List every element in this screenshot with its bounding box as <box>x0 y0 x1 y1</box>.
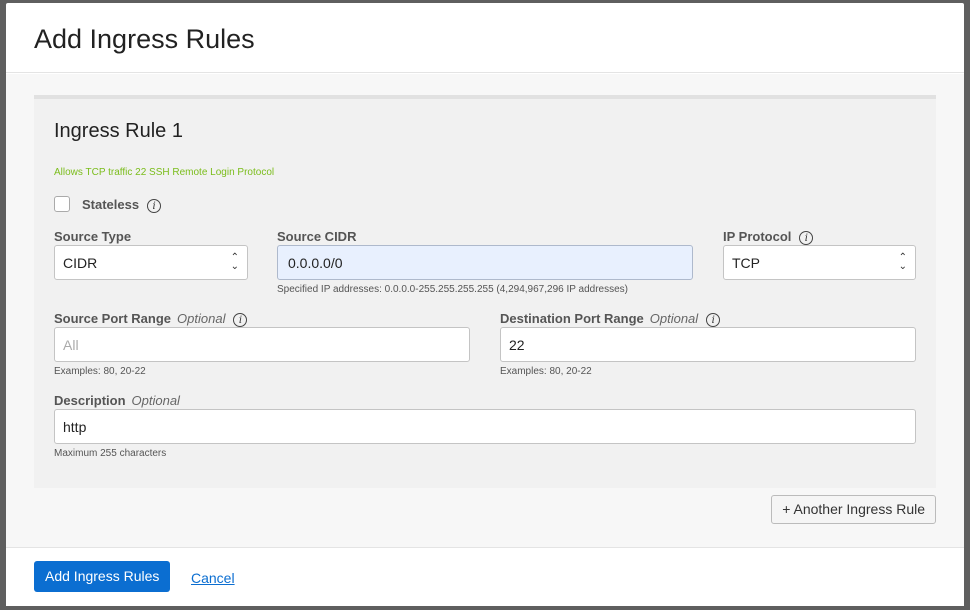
another-ingress-rule-button[interactable]: + Another Ingress Rule <box>771 495 936 524</box>
source-type-value: CIDR <box>63 255 98 271</box>
ip-protocol-label: IP Protocol i <box>723 229 814 245</box>
ip-protocol-select[interactable]: TCP ⌃ ⌄ <box>723 245 916 280</box>
dest-port-label: Destination Port Range Optional i <box>500 311 721 327</box>
source-port-text: Source Port Range <box>54 311 172 326</box>
updown-chevron-icon: ⌃ ⌄ <box>230 252 239 272</box>
updown-chevron-icon: ⌃ ⌄ <box>898 252 907 272</box>
description-text: Description <box>54 393 126 408</box>
optional-text: Optional <box>177 311 226 326</box>
cancel-link[interactable]: Cancel <box>191 570 235 586</box>
dialog-header: Add Ingress Rules <box>6 3 964 73</box>
dest-port-input[interactable]: 22 <box>500 327 916 362</box>
ip-protocol-value: TCP <box>732 255 760 271</box>
dialog-footer: Add Ingress Rules Cancel <box>6 549 964 606</box>
source-port-label: Source Port Range Optional i <box>54 311 248 327</box>
info-icon[interactable]: i <box>706 312 721 327</box>
dialog-body: Ingress Rule 1 Allows TCP traffic 22 SSH… <box>6 74 964 548</box>
description-label: Description Optional <box>54 393 180 408</box>
stateless-text: Stateless <box>82 197 140 212</box>
description-help: Maximum 255 characters <box>54 448 167 459</box>
source-port-input[interactable]: All <box>54 327 470 362</box>
source-type-label: Source Type <box>54 229 132 244</box>
add-ingress-rules-dialog: Add Ingress Rules Ingress Rule 1 Allows … <box>6 3 964 606</box>
dest-port-text: Destination Port Range <box>500 311 644 326</box>
dialog-title: Add Ingress Rules <box>34 24 255 54</box>
source-cidr-help: Specified IP addresses: 0.0.0.0-255.255.… <box>277 284 628 295</box>
ip-protocol-text: IP Protocol <box>723 229 792 244</box>
stateless-checkbox[interactable] <box>54 196 70 212</box>
info-icon[interactable]: i <box>147 198 162 213</box>
optional-text: Optional <box>131 393 180 408</box>
optional-text: Optional <box>649 311 699 326</box>
add-ingress-rules-button[interactable]: Add Ingress Rules <box>34 561 171 592</box>
description-input[interactable]: http <box>54 409 916 444</box>
stateless-label: Stateless i <box>82 197 162 213</box>
source-type-select[interactable]: CIDR ⌃ ⌄ <box>54 245 248 280</box>
source-cidr-label: Source CIDR <box>277 229 357 244</box>
info-icon[interactable]: i <box>799 230 814 245</box>
ingress-rule-panel: Ingress Rule 1 Allows TCP traffic 22 SSH… <box>34 95 936 488</box>
rule-hint: Allows TCP traffic 22 SSH Remote Login P… <box>54 167 275 178</box>
source-port-help: Examples: 80, 20-22 <box>54 366 146 377</box>
source-cidr-input[interactable]: 0.0.0.0/0 <box>277 245 693 280</box>
rule-heading: Ingress Rule 1 <box>54 120 183 142</box>
dest-port-help: Examples: 80, 20-22 <box>500 366 592 377</box>
info-icon[interactable]: i <box>233 312 248 327</box>
